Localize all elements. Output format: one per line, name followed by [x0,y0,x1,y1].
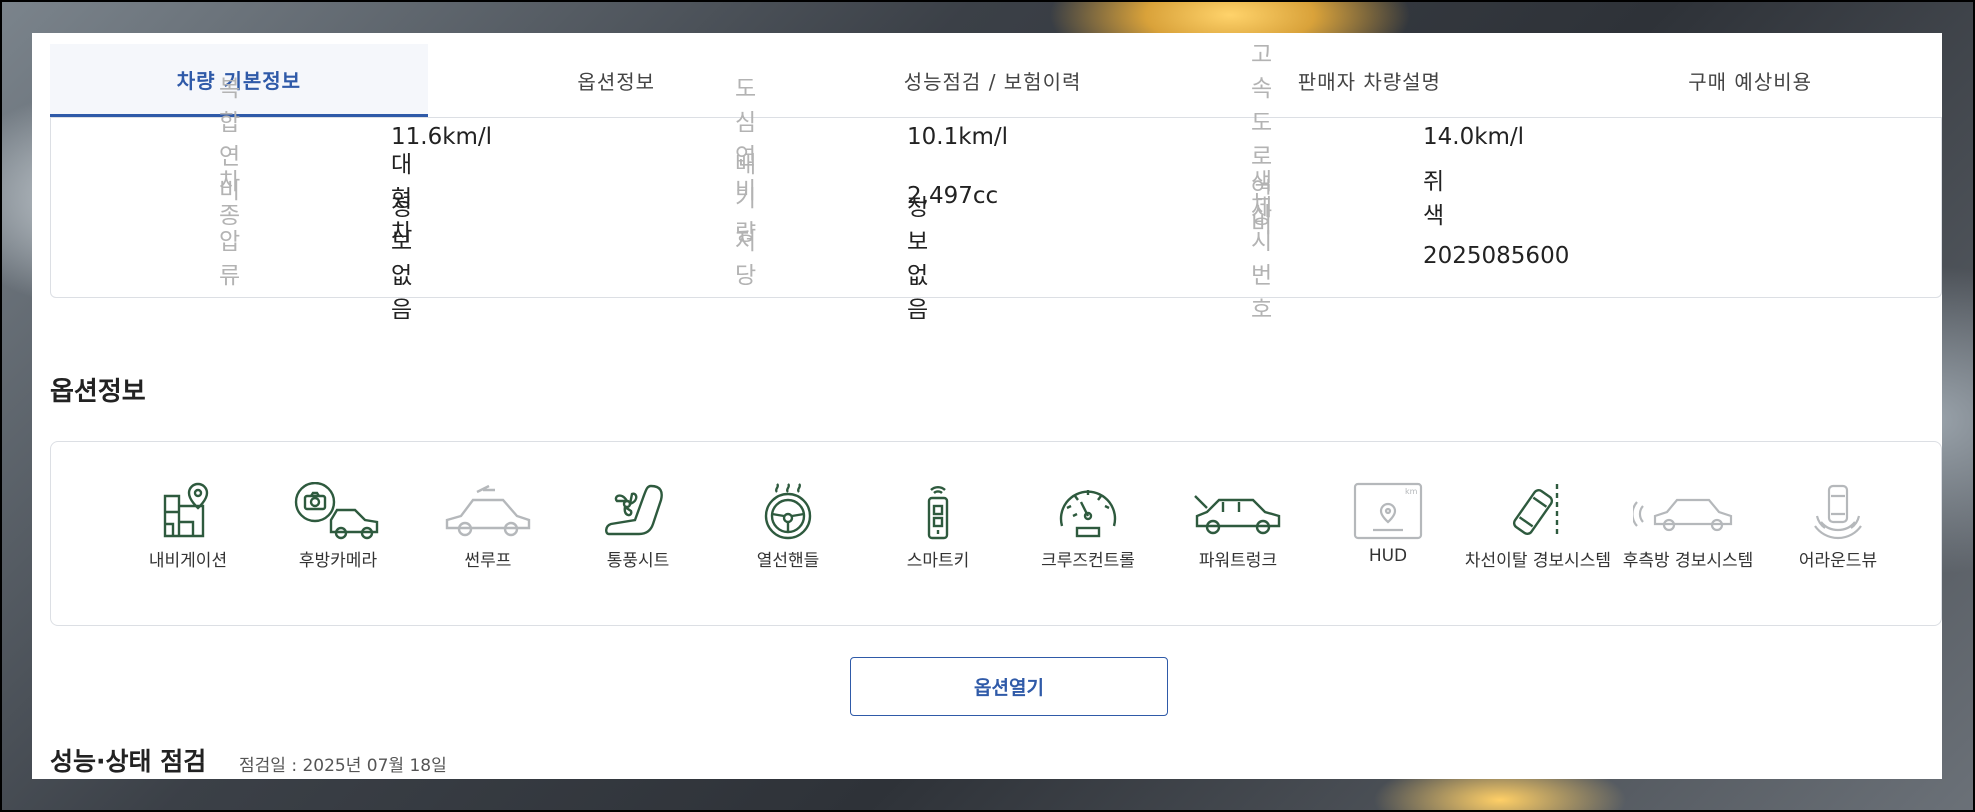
lane-departure-icon [1512,484,1559,538]
inspection-date: 점검일 : 2025년 07월 18일 [239,756,447,776]
option-item: 어라운드뷰 [1763,482,1913,571]
option-item: 통풍시트 [563,482,713,571]
option-item: 후측방 경보시스템 [1613,482,1763,571]
inspection-section-title: 성능·상태 점검 [50,747,207,776]
option-item: 스마트키 [863,482,1013,571]
spec-value: 정보없음 [907,195,929,323]
spec-table: 복합연비 11.6km/l 도심연비 10.1km/l 고속도로연비 14.0k… [50,42,1942,323]
cruise-control-icon [1059,490,1117,538]
heated-steering-icon [764,483,812,540]
svg-text:km: km [1405,487,1418,496]
options-box: 내비게이션 후방카메라 썬루프 통풍시트 열선핸들 스마트키 크루즈컨트롤 파워… [50,441,1942,626]
option-label: 파워트렁크 [1198,551,1278,571]
spec-value: 14.0km/l [1423,124,1525,150]
tab-inspection-insurance[interactable]: 성능점검 / 보험이력 [805,44,1181,117]
smart-key-icon [927,485,949,540]
option-item: 내비게이션 [113,482,263,571]
spec-label: 압류 [219,229,241,289]
option-label: 후측방 경보시스템 [1622,551,1754,571]
spec-value: 2025085600 [1423,243,1570,269]
open-options-button[interactable]: 옵션열기 [850,657,1168,716]
option-label: 썬루프 [464,551,512,571]
power-trunk-icon [1194,495,1281,535]
hud-icon: km [1353,482,1423,540]
spec-value: 10.1km/l [907,124,1009,150]
tab-purchase-cost[interactable]: 구매 예상비용 [1558,44,1942,117]
option-label: 통풍시트 [606,551,670,571]
option-label: 크루즈컨트롤 [1041,551,1135,571]
ventilated-seat-icon [605,484,663,536]
option-item: 썬루프 [413,482,563,571]
option-label: 내비게이션 [148,551,228,571]
option-item: 파워트렁크 [1163,482,1313,571]
tab-seller-description[interactable]: 판매자 차량설명 [1180,44,1558,117]
option-label: 스마트키 [906,551,970,571]
sunroof-icon [445,484,531,537]
tab-bar: 차량 기본정보 옵션정보 성능점검 / 보험이력 판매자 차량설명 구매 예상비… [50,44,1942,118]
vehicle-detail-panel: 차량 기본정보 옵션정보 성능점검 / 보험이력 판매자 차량설명 구매 예상비… [32,33,1942,779]
option-label: 차선이탈 경보시스템 [1464,551,1612,571]
rear-camera-icon [294,482,379,540]
option-item: 열선핸들 [713,482,863,571]
option-label: 열선핸들 [756,551,820,571]
option-label: 후방카메라 [298,551,378,571]
around-view-icon [1814,484,1862,540]
option-label: HUD [1368,546,1408,566]
spec-value: 정보없음 [391,195,413,323]
spec-value: 쥐색 [1423,169,1445,229]
option-item: 차선이탈 경보시스템 [1463,482,1613,571]
spec-label: 저당 [735,229,757,289]
spec-label: 제시번호 [1251,195,1273,323]
options-section-title: 옵션정보 [50,377,146,407]
spec-label: 차종 [219,169,241,229]
option-label: 어라운드뷰 [1798,551,1878,571]
navigation-icon [163,482,209,538]
option-item: 크루즈컨트롤 [1013,482,1163,571]
option-item: 후방카메라 [263,482,413,571]
blind-spot-icon [1633,498,1733,532]
option-item: km HUD [1313,482,1463,566]
